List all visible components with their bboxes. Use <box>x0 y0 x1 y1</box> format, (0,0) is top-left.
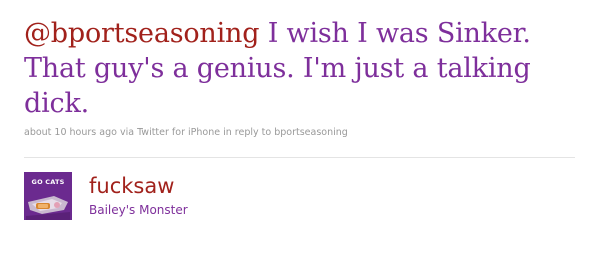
divider <box>24 157 575 158</box>
avatar[interactable]: GO CATS <box>24 172 72 220</box>
tweet-container: @bportseasoning I wish I was Sinker. Tha… <box>0 0 599 271</box>
tweet-meta: about 10 hours ago via Twitter for iPhon… <box>24 127 348 138</box>
source-link[interactable]: Twitter for iPhone <box>137 127 220 138</box>
timestamp-link[interactable]: about 10 hours ago <box>24 127 117 138</box>
tweet-text: @bportseasoning I wish I was Sinker. Tha… <box>24 16 564 121</box>
full-name: Bailey's Monster <box>89 203 188 217</box>
reply-to-link[interactable]: bportseasoning <box>274 127 348 138</box>
screen-name-link[interactable]: fucksaw <box>89 173 174 199</box>
in-reply-label: in reply to <box>220 127 275 138</box>
via-label: via <box>116 127 138 138</box>
avatar-label: GO CATS <box>31 178 65 186</box>
mention-link[interactable]: @bportseasoning <box>24 18 260 49</box>
